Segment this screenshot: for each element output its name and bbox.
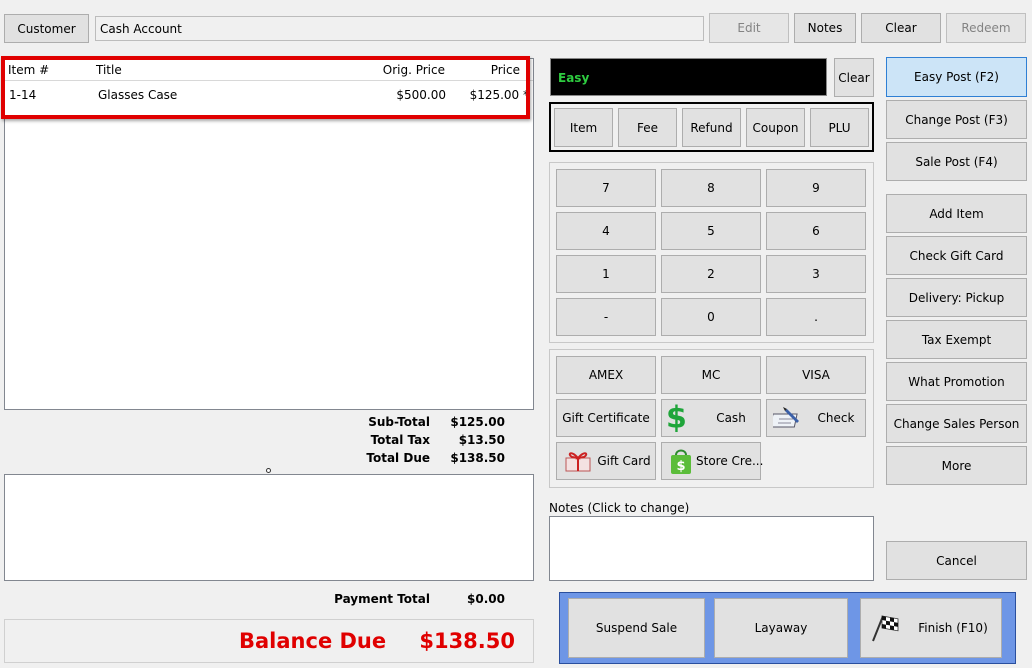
key-minus[interactable]: - (556, 298, 656, 336)
shopping-bag-icon: $ (668, 446, 694, 476)
type-coupon-button[interactable]: Coupon (746, 108, 805, 147)
selection-highlight (1, 56, 530, 119)
change-sales-person-button[interactable]: Change Sales Person (886, 404, 1027, 443)
suspend-sale-button[interactable]: Suspend Sale (568, 598, 705, 658)
clear-button[interactable]: Clear (861, 13, 941, 43)
add-item-button[interactable]: Add Item (886, 194, 1027, 233)
check-button[interactable]: Check (766, 399, 866, 437)
gift-certificate-button[interactable]: Gift Certificate (556, 399, 656, 437)
key-8[interactable]: 8 (661, 169, 761, 207)
payment-total-value: $0.00 (467, 592, 505, 606)
key-6[interactable]: 6 (766, 212, 866, 250)
check-gift-card-button[interactable]: Check Gift Card (886, 236, 1027, 275)
redeem-button[interactable]: Redeem (946, 13, 1026, 43)
entry-mode-text: Easy (558, 71, 590, 85)
entry-clear-button[interactable]: Clear (834, 58, 874, 97)
change-post-button[interactable]: Change Post (F3) (886, 100, 1027, 139)
payments-list[interactable] (4, 474, 534, 581)
finish-label: Finish (F10) (918, 621, 988, 635)
type-plu-button[interactable]: PLU (810, 108, 869, 147)
cursor-dot (266, 468, 271, 473)
key-3[interactable]: 3 (766, 255, 866, 293)
notes-button[interactable]: Notes (794, 13, 856, 43)
gift-icon (563, 448, 593, 474)
subtotal-value: $125.00 (450, 415, 505, 429)
delivery-button[interactable]: Delivery: Pickup (886, 278, 1027, 317)
layaway-button[interactable]: Layaway (714, 598, 848, 658)
cancel-button[interactable]: Cancel (886, 541, 1027, 580)
easy-post-button[interactable]: Easy Post (F2) (886, 57, 1027, 97)
mc-button[interactable]: MC (661, 356, 761, 394)
total-due-label: Total Due (366, 451, 430, 465)
tax-label: Total Tax (370, 433, 430, 447)
check-label: Check (817, 411, 855, 425)
sale-post-button[interactable]: Sale Post (F4) (886, 142, 1027, 181)
key-5[interactable]: 5 (661, 212, 761, 250)
balance-panel: Balance Due $138.50 (4, 619, 534, 663)
key-9[interactable]: 9 (766, 169, 866, 207)
key-4[interactable]: 4 (556, 212, 656, 250)
notes-caption: Notes (Click to change) (549, 501, 690, 515)
type-item-button[interactable]: Item (554, 108, 613, 147)
cash-label: Cash (716, 411, 746, 425)
tax-exempt-button[interactable]: Tax Exempt (886, 320, 1027, 359)
visa-button[interactable]: VISA (766, 356, 866, 394)
tax-value: $13.50 (458, 433, 505, 447)
checkered-flag-icon (867, 613, 901, 643)
what-promotion-button[interactable]: What Promotion (886, 362, 1027, 401)
finish-button[interactable]: Finish (F10) (860, 598, 1002, 658)
key-1[interactable]: 1 (556, 255, 656, 293)
balance-due-label: Balance Due (239, 629, 387, 653)
key-dot[interactable]: . (766, 298, 866, 336)
cash-button[interactable]: $ Cash (661, 399, 761, 437)
store-credit-button[interactable]: $ Store Cre... (661, 442, 764, 480)
dollar-icon: $ (666, 400, 687, 436)
payment-total-label: Payment Total (334, 592, 430, 606)
balance-due-value: $138.50 (419, 629, 515, 653)
key-2[interactable]: 2 (661, 255, 761, 293)
customer-field: Cash Account (95, 16, 704, 41)
customer-button[interactable]: Customer (4, 14, 89, 43)
svg-text:$: $ (676, 459, 685, 474)
entry-display[interactable]: Easy (550, 58, 827, 96)
key-7[interactable]: 7 (556, 169, 656, 207)
store-credit-label: Store Cre... (696, 454, 764, 468)
edit-button[interactable]: Edit (709, 13, 789, 43)
type-fee-button[interactable]: Fee (618, 108, 677, 147)
subtotal-label: Sub-Total (368, 415, 430, 429)
type-refund-button[interactable]: Refund (682, 108, 741, 147)
key-0[interactable]: 0 (661, 298, 761, 336)
total-due-value: $138.50 (450, 451, 505, 465)
check-icon (773, 405, 805, 431)
amex-button[interactable]: AMEX (556, 356, 656, 394)
gift-card-button[interactable]: Gift Card (556, 442, 656, 480)
gift-card-label: Gift Card (597, 454, 651, 468)
notes-box[interactable] (549, 516, 874, 581)
more-button[interactable]: More (886, 446, 1027, 485)
